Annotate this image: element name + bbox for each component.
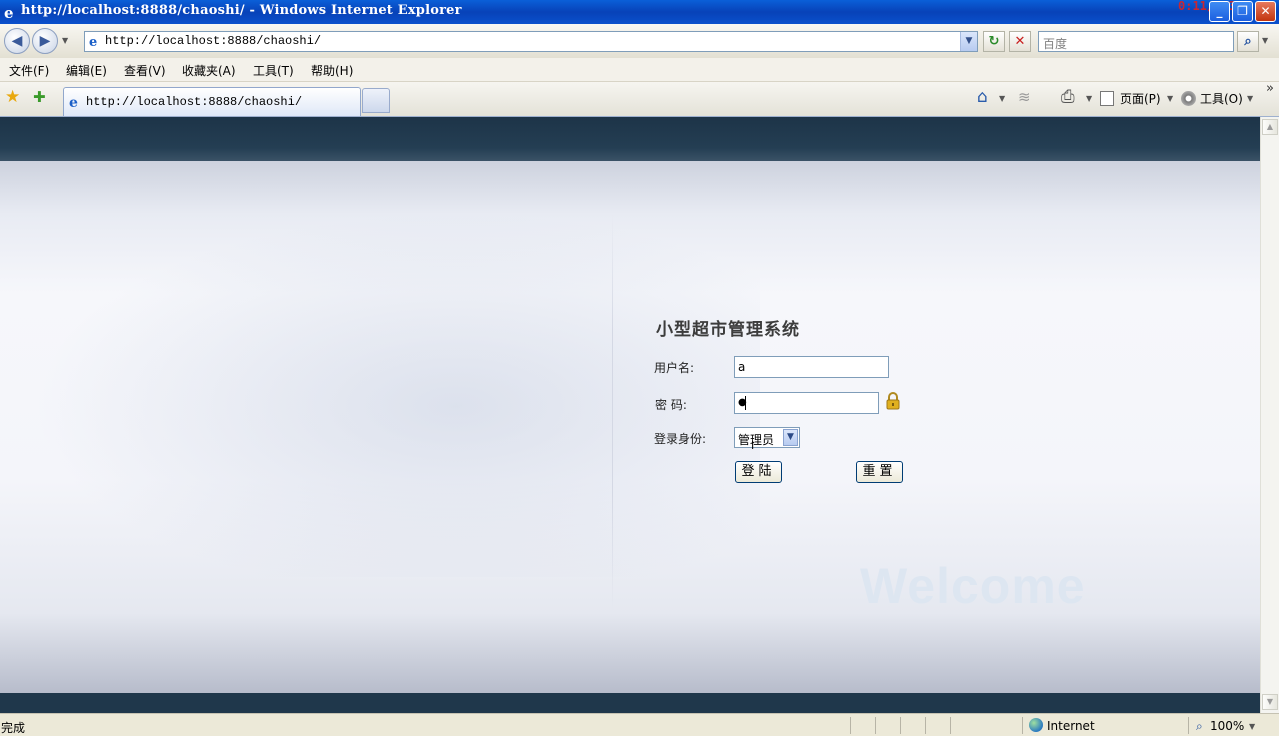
tools-menu-dropdown-icon[interactable]: ▼ <box>1247 94 1253 103</box>
tab-page-icon: e <box>69 95 78 109</box>
stop-button[interactable]: ✕ <box>1009 31 1031 52</box>
tools-menu[interactable]: 工具(O) <box>1200 90 1243 107</box>
system-title: 小型超市管理系统 <box>656 320 800 340</box>
favorites-star-icon[interactable]: ★ <box>5 87 20 107</box>
role-select[interactable]: 管理员 ▼ <box>734 427 800 448</box>
svg-text:e: e <box>69 95 78 109</box>
tab-active[interactable]: e http://localhost:8888/chaoshi/ <box>63 87 361 116</box>
footer-band <box>0 693 1260 713</box>
username-input[interactable]: a <box>734 356 889 378</box>
reset-button[interactable]: 重置 <box>856 461 903 483</box>
page-menu-dropdown-icon[interactable]: ▼ <box>1167 94 1173 103</box>
header-band <box>0 117 1260 161</box>
feeds-icon[interactable]: ≋ <box>1018 88 1031 106</box>
role-dropdown-icon[interactable]: ▼ <box>783 429 798 446</box>
status-divider <box>875 717 876 734</box>
add-favorites-icon[interactable]: ✚ <box>33 88 46 106</box>
back-button[interactable]: ◀ <box>4 28 30 54</box>
password-label: 密 码: <box>655 398 687 412</box>
minimize-button[interactable]: _ <box>1209 1 1230 22</box>
password-input[interactable]: ● <box>734 392 879 414</box>
zoom-level[interactable]: 100% <box>1210 719 1244 733</box>
page-icon: e <box>89 35 97 48</box>
close-window-button[interactable]: ✕ <box>1255 1 1276 22</box>
address-field[interactable]: e http://localhost:8888/chaoshi/ ▼ <box>84 31 978 52</box>
panel-divider <box>612 213 613 613</box>
menu-file[interactable]: 文件(F) <box>9 62 49 79</box>
status-text: 完成 <box>1 721 26 735</box>
username-value: a <box>738 360 746 374</box>
menu-help[interactable]: 帮助(H) <box>311 62 353 79</box>
login-button[interactable]: 登陆 <box>735 461 782 483</box>
menu-favorites[interactable]: 收藏夹(A) <box>182 62 236 79</box>
username-label: 用户名: <box>654 361 695 375</box>
role-value: 管理员 <box>738 433 775 447</box>
menu-tools[interactable]: 工具(T) <box>253 62 294 79</box>
scroll-down-icon[interactable]: ▼ <box>1262 694 1278 710</box>
tab-label: http://localhost:8888/chaoshi/ <box>86 95 303 109</box>
home-icon[interactable]: ⌂ <box>977 87 988 107</box>
background-swoosh <box>0 197 760 577</box>
menu-edit[interactable]: 编辑(E) <box>66 62 107 79</box>
home-dropdown-icon[interactable]: ▼ <box>999 94 1005 103</box>
search-input[interactable]: 百度 <box>1038 31 1234 52</box>
search-icon[interactable]: ⌕ <box>1237 31 1259 52</box>
address-url: http://localhost:8888/chaoshi/ <box>105 34 322 48</box>
more-commands-icon[interactable]: » <box>1266 81 1274 96</box>
menu-bar: 文件(F) 编辑(E) 查看(V) 收藏夹(A) 工具(T) 帮助(H) <box>0 58 1279 82</box>
page-content: 小型超市管理系统 用户名: a 密 码: ● 登录身份: 管理员 ▼ I 登陆 … <box>0 117 1260 713</box>
zoom-icon[interactable]: ⌕ <box>1196 719 1203 734</box>
svg-text:e: e <box>4 4 14 20</box>
tools-gear-icon <box>1181 91 1196 106</box>
address-toolbar: ◀ ▶ ▼ e http://localhost:8888/chaoshi/ ▼… <box>0 24 1279 58</box>
history-dropdown-icon[interactable]: ▼ <box>62 36 68 45</box>
new-tab-button[interactable] <box>362 88 390 113</box>
status-divider <box>950 717 951 734</box>
status-bar: 完成 Internet ⌕ 100% ▼ <box>0 713 1279 736</box>
page-menu-icon <box>1100 91 1114 106</box>
print-dropdown-icon[interactable]: ▼ <box>1086 94 1092 103</box>
vertical-scrollbar[interactable]: ▲ ▼ <box>1260 117 1279 713</box>
status-divider <box>850 717 851 734</box>
search-options-dropdown-icon[interactable]: ▼ <box>1262 36 1268 45</box>
forward-button[interactable]: ▶ <box>32 28 58 54</box>
restore-button[interactable]: ❐ <box>1232 1 1253 22</box>
refresh-button[interactable]: ↻ <box>983 31 1005 52</box>
welcome-watermark: Welcome <box>860 558 1086 614</box>
status-divider <box>1188 717 1189 734</box>
role-label: 登录身份: <box>654 432 707 446</box>
zoom-dropdown-icon[interactable]: ▼ <box>1249 722 1255 731</box>
window-title-bar: e http://localhost:8888/chaoshi/ - Windo… <box>0 0 1279 24</box>
scroll-up-icon[interactable]: ▲ <box>1262 119 1278 135</box>
globe-icon <box>1029 718 1043 732</box>
status-divider <box>900 717 901 734</box>
lock-icon <box>886 392 900 410</box>
tab-bar: ★ ✚ e http://localhost:8888/chaoshi/ ⌂ ▼… <box>0 81 1279 117</box>
ie-logo-icon: e <box>4 4 14 20</box>
text-cursor <box>745 396 746 410</box>
status-divider <box>1022 717 1023 734</box>
menu-view[interactable]: 查看(V) <box>124 62 166 79</box>
svg-text:e: e <box>89 35 97 48</box>
window-title: http://localhost:8888/chaoshi/ - Windows… <box>21 3 462 18</box>
search-placeholder: 百度 <box>1043 37 1068 51</box>
security-zone: Internet <box>1047 719 1095 733</box>
address-dropdown-icon[interactable]: ▼ <box>960 32 977 51</box>
status-divider <box>925 717 926 734</box>
page-menu[interactable]: 页面(P) <box>1120 90 1161 107</box>
print-icon[interactable]: ⎙ <box>1061 87 1075 107</box>
text-cursor-pointer-icon: I <box>751 439 755 452</box>
